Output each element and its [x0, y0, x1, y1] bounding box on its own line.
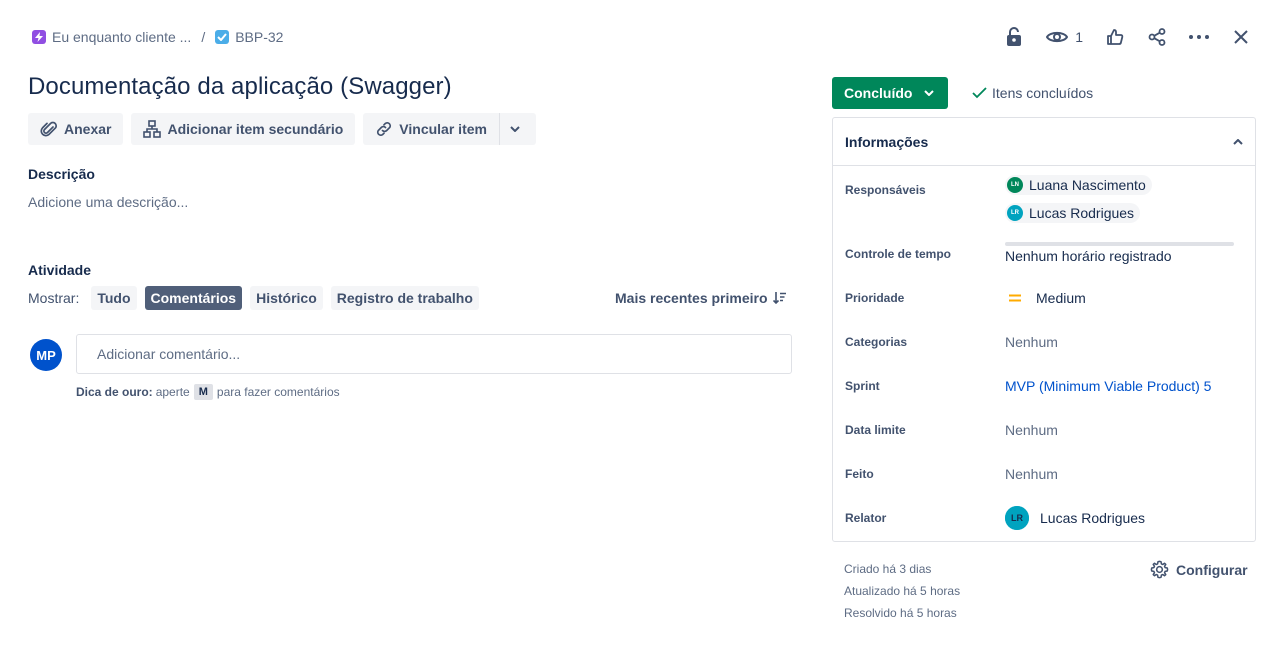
- reporter-label: Relator: [845, 511, 887, 525]
- protip-key: M: [193, 384, 213, 400]
- link-item-dropdown[interactable]: [498, 113, 536, 145]
- reporter-name: Lucas Rodrigues: [1040, 510, 1146, 526]
- created-date: Criado há 3 dias: [844, 562, 932, 576]
- issue-toolbar: 1: [986, 24, 1255, 50]
- activity-filters: Mostrar: Tudo Comentários Histórico Regi…: [28, 286, 487, 310]
- description-field[interactable]: Adicione uma descrição...: [28, 194, 188, 210]
- assignees-label: Responsáveis: [845, 183, 926, 197]
- link-item-button[interactable]: Vincular item: [363, 113, 499, 145]
- issue-actions: Anexar Adicionar item secundário Vincula…: [28, 113, 544, 145]
- eye-icon: [1046, 31, 1069, 43]
- time-tracking-value[interactable]: Nenhum horário registrado: [1005, 248, 1172, 264]
- priority-value[interactable]: Medium: [1005, 290, 1086, 306]
- lock-icon[interactable]: [1000, 24, 1028, 50]
- assignee-2: LR Lucas Rodrigues: [1005, 203, 1141, 223]
- add-child-label: Adicionar item secundário: [167, 121, 344, 137]
- thumbs-up-icon[interactable]: [1101, 24, 1129, 50]
- breadcrumb-issue-key[interactable]: BBP-32: [235, 29, 283, 45]
- gear-icon: [1150, 560, 1169, 579]
- labels-value[interactable]: Nenhum: [1005, 334, 1058, 350]
- filter-all[interactable]: Tudo: [91, 286, 137, 310]
- chevron-down-icon: [924, 90, 935, 96]
- assignee-chip[interactable]: LR Lucas Rodrigues: [1005, 203, 1141, 223]
- more-icon[interactable]: [1185, 24, 1213, 50]
- configure-label: Configurar: [1176, 561, 1248, 578]
- details-title: Informações: [845, 133, 929, 150]
- attach-button[interactable]: Anexar: [28, 113, 124, 145]
- watch-button[interactable]: 1: [1042, 24, 1087, 50]
- hierarchy-icon: [143, 120, 162, 138]
- resolution: Itens concluídos: [972, 85, 1093, 101]
- resolved-date: Resolvido há 5 horas: [844, 606, 957, 620]
- sprint-label: Sprint: [845, 379, 880, 393]
- chevron-up-icon: [1233, 138, 1243, 145]
- resolution-label: Itens concluídos: [992, 85, 1094, 101]
- status-button[interactable]: Concluído: [832, 77, 948, 109]
- done-value[interactable]: Nenhum: [1005, 466, 1058, 482]
- link-item-label: Vincular item: [399, 121, 487, 137]
- activity-heading: Atividade: [28, 262, 92, 278]
- sort-button[interactable]: Mais recentes primeiro: [615, 290, 787, 306]
- updated-date: Atualizado há 5 horas: [844, 584, 961, 598]
- assignee-1: LN Luana Nascimento: [1005, 175, 1152, 195]
- show-label: Mostrar:: [28, 290, 80, 306]
- attach-label: Anexar: [64, 121, 112, 137]
- assignee-name: Lucas Rodrigues: [1029, 205, 1135, 221]
- status-label: Concluído: [844, 85, 913, 101]
- filter-history[interactable]: Histórico: [250, 286, 323, 310]
- breadcrumb-separator: /: [201, 29, 206, 45]
- details-panel: Informações Responsáveis LN Luana Nascim…: [832, 117, 1256, 542]
- avatar: LN: [1007, 177, 1023, 193]
- close-icon[interactable]: [1227, 24, 1255, 50]
- reporter-value[interactable]: LR Lucas Rodrigues: [1005, 506, 1145, 530]
- filter-work-log[interactable]: Registro de trabalho: [330, 286, 479, 310]
- configure-button[interactable]: Configurar: [1150, 560, 1248, 579]
- breadcrumb-parent-link[interactable]: Eu enquanto cliente ...: [52, 29, 191, 45]
- comment-input[interactable]: Adicionar comentário...: [76, 334, 792, 374]
- sprint-value[interactable]: MVP (Minimum Viable Product) 5: [1005, 378, 1211, 394]
- filter-comments[interactable]: Comentários: [144, 286, 243, 310]
- details-header[interactable]: Informações: [833, 118, 1255, 166]
- protip-pre: aperte: [155, 385, 190, 399]
- done-label: Feito: [845, 467, 874, 481]
- share-icon[interactable]: [1143, 24, 1171, 50]
- task-icon: [215, 30, 230, 44]
- description-heading: Descrição: [28, 166, 95, 182]
- protip-bold: Dica de ouro:: [76, 385, 153, 399]
- time-tracking-bar[interactable]: [1005, 242, 1234, 246]
- assignee-name: Luana Nascimento: [1029, 177, 1146, 193]
- sort-icon: [772, 292, 786, 304]
- issue-title[interactable]: Documentação da aplicação (Swagger): [28, 73, 452, 101]
- check-icon: [972, 87, 987, 99]
- priority-label: Prioridade: [845, 291, 905, 305]
- priority-medium-icon: [1009, 294, 1021, 302]
- avatar: LR: [1005, 506, 1029, 530]
- link-icon: [377, 121, 392, 137]
- breadcrumb: Eu enquanto cliente ... / BBP-32: [32, 28, 283, 46]
- chevron-down-icon: [510, 126, 520, 132]
- epic-icon: [32, 30, 46, 44]
- paperclip-icon: [40, 121, 57, 137]
- avatar: LR: [1007, 205, 1023, 221]
- priority-text: Medium: [1036, 290, 1086, 306]
- protip: Dica de ouro: aperte M para fazer coment…: [76, 384, 340, 400]
- sort-label: Mais recentes primeiro: [615, 290, 768, 306]
- time-tracking-label: Controle de tempo: [845, 247, 952, 261]
- assignee-chip[interactable]: LN Luana Nascimento: [1005, 175, 1152, 195]
- due-date-value[interactable]: Nenhum: [1005, 422, 1058, 438]
- watch-count: 1: [1075, 29, 1083, 45]
- protip-post: para fazer comentários: [216, 385, 340, 399]
- due-date-label: Data limite: [845, 423, 906, 437]
- add-child-button[interactable]: Adicionar item secundário: [131, 113, 356, 145]
- avatar: MP: [30, 339, 62, 371]
- labels-label: Categorias: [845, 335, 908, 349]
